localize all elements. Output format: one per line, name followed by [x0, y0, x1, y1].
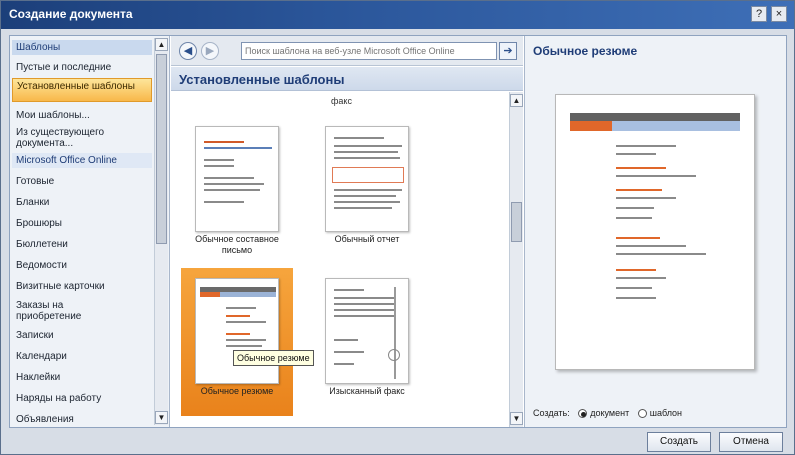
- template-thumbnail: [195, 278, 279, 384]
- gallery-scrollbar[interactable]: ▲ ▼: [509, 92, 523, 427]
- category-from-existing[interactable]: Из существующего документа...: [12, 125, 142, 151]
- category-header-templates: Шаблоны: [12, 40, 152, 55]
- preview-title: Обычное резюме: [533, 44, 638, 58]
- category-memos[interactable]: Записки: [12, 328, 152, 343]
- category-office-online[interactable]: Microsoft Office Online: [12, 153, 152, 168]
- category-business-cards[interactable]: Визитные карточки: [12, 279, 152, 294]
- template-thumbnail: [325, 278, 409, 384]
- category-my-templates[interactable]: Мои шаблоны...: [12, 108, 152, 123]
- template-tile-basic-resume[interactable]: Обычное резюме: [181, 268, 293, 416]
- scroll-thumb[interactable]: [511, 202, 522, 242]
- scroll-up-arrow-icon[interactable]: ▲: [155, 38, 168, 51]
- document-radio[interactable]: [578, 409, 588, 419]
- category-list: Шаблоны Пустые и последние Установленные…: [10, 36, 170, 427]
- title-bar[interactable]: Создание документа ? ×: [1, 1, 794, 29]
- back-arrow-icon[interactable]: ◀: [179, 42, 197, 60]
- template-thumbnail: [325, 126, 409, 232]
- search-go-arrow-icon[interactable]: ➔: [499, 42, 517, 60]
- category-purchase-orders[interactable]: Заказы на приобретение: [12, 298, 122, 324]
- help-button[interactable]: ?: [751, 6, 767, 22]
- scroll-thumb[interactable]: [156, 54, 167, 244]
- template-tile-elegant-fax[interactable]: Изысканный факс: [311, 268, 423, 416]
- dialog-body: Шаблоны Пустые и последние Установленные…: [9, 35, 787, 428]
- tile-tooltip: Обычное резюме: [233, 350, 314, 366]
- template-tile-basic-report[interactable]: Обычный отчет: [311, 116, 423, 264]
- category-scrollbar[interactable]: ▲ ▼: [154, 38, 168, 425]
- category-forms[interactable]: Бланки: [12, 195, 152, 210]
- forward-arrow-icon[interactable]: ▶: [201, 42, 219, 60]
- category-labels[interactable]: Наклейки: [12, 370, 152, 385]
- template-tile-label: Обычное резюме: [200, 386, 274, 396]
- new-document-dialog: Создание документа ? × Шаблоны Пустые и …: [0, 0, 795, 455]
- create-as-label: Создать:: [533, 408, 570, 418]
- category-statements[interactable]: Ведомости: [12, 258, 152, 273]
- category-ready[interactable]: Готовые: [12, 174, 152, 189]
- create-button[interactable]: Создать: [647, 432, 711, 452]
- preview-panel: Обычное резюме Создать: документ шаблон: [524, 36, 786, 427]
- category-installed-templates[interactable]: Установленные шаблоны: [12, 78, 152, 102]
- category-work-orders[interactable]: Наряды на работу: [12, 391, 152, 406]
- template-search-input[interactable]: [241, 42, 497, 60]
- category-blank-recent[interactable]: Пустые и последние: [12, 60, 152, 75]
- scroll-up-arrow-icon[interactable]: ▲: [510, 94, 523, 107]
- template-tile-label: Изысканный факс: [329, 386, 405, 396]
- category-calendars[interactable]: Календари: [12, 349, 152, 364]
- cancel-button[interactable]: Отмена: [719, 432, 783, 452]
- template-gallery: факс Обычное составное письмо Обычный от…: [171, 92, 509, 427]
- section-title: Установленные шаблоны: [171, 67, 523, 91]
- category-brochures[interactable]: Брошюры: [12, 216, 152, 231]
- partial-tile-caption: факс: [331, 96, 352, 106]
- navigation-bar: ◀ ▶ ➔: [171, 36, 523, 66]
- document-radio-label: документ: [590, 408, 630, 418]
- template-thumbnail: [195, 126, 279, 232]
- resume-preview-page: [555, 94, 755, 370]
- scroll-down-arrow-icon[interactable]: ▼: [155, 411, 168, 424]
- scroll-down-arrow-icon[interactable]: ▼: [510, 412, 523, 425]
- category-announcements[interactable]: Объявления: [12, 412, 152, 427]
- window-title: Создание документа: [9, 7, 133, 21]
- template-radio-label: шаблон: [649, 408, 683, 418]
- template-gallery-panel: ◀ ▶ ➔ Установленные шаблоны факс: [171, 36, 523, 427]
- close-button[interactable]: ×: [771, 6, 787, 22]
- template-tile-label: Обычный отчет: [334, 234, 400, 244]
- template-radio[interactable]: [637, 409, 647, 419]
- template-tile-composite-letter[interactable]: Обычное составное письмо: [181, 116, 293, 264]
- category-newsletters[interactable]: Бюллетени: [12, 237, 152, 252]
- template-tile-label: Обычное составное письмо: [195, 234, 279, 255]
- create-as-row: Создать: документ шаблон: [533, 408, 683, 419]
